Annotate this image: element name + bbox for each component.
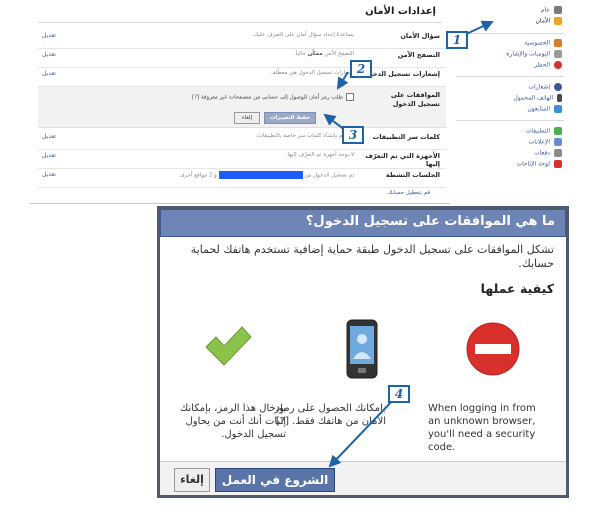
arrow-2 [336,71,349,90]
arrow-4 [328,397,396,468]
step-marker-3: 3 [342,126,364,144]
step-marker-1: 1 [446,31,468,49]
callout-arrows [323,20,494,468]
step-marker-2: 2 [350,60,372,78]
step-marker-4: 4 [388,385,410,403]
